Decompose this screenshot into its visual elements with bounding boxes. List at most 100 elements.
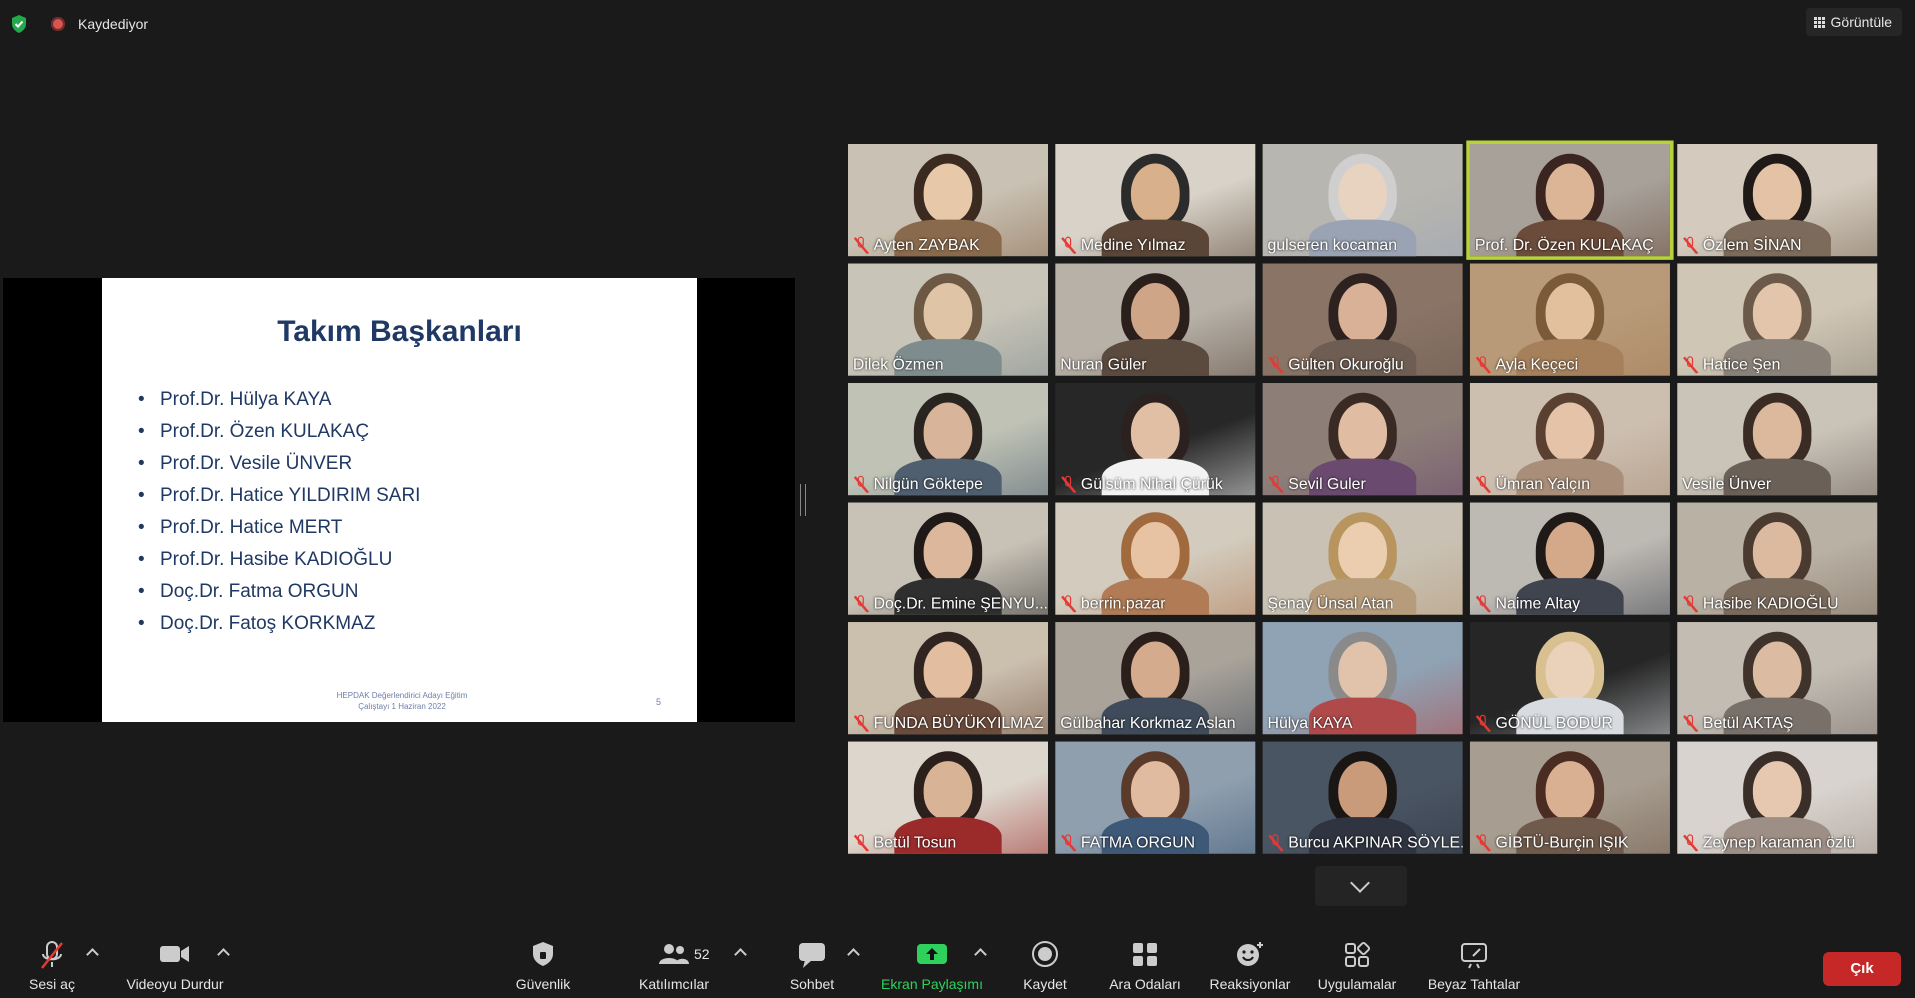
view-button[interactable]: Görüntüle — [1805, 8, 1902, 36]
participant-name: FUNDA BÜYÜKYILMAZ — [873, 713, 1044, 732]
microphone-muted-icon — [1268, 833, 1285, 851]
security-button[interactable]: Güvenlik — [503, 934, 583, 992]
record-icon — [1032, 941, 1058, 967]
participant-video-tile[interactable]: Medine Yılmaz — [1055, 144, 1256, 257]
grid-view-icon — [1813, 16, 1825, 28]
share-screen-button[interactable]: Ekran Paylaşımı — [877, 934, 987, 992]
security-shield-icon[interactable] — [10, 14, 28, 34]
microphone-muted-icon — [1682, 833, 1699, 851]
participants-button[interactable]: Katılımcılar — [631, 934, 717, 992]
participant-video-tile[interactable]: Nuran Güler — [1055, 263, 1256, 376]
participant-video-tile[interactable]: Prof. Dr. Özen KULAKAÇ — [1466, 140, 1674, 260]
participant-video-tile[interactable]: Şenay Ünsal Atan — [1262, 502, 1463, 615]
video-camera-icon — [160, 946, 189, 962]
participant-video-tile[interactable]: Nilgün Göktepe — [848, 383, 1048, 496]
participant-video-tile[interactable]: Zeynep karaman özlü — [1677, 741, 1878, 854]
stop-video-button[interactable]: Videoyu Durdur — [115, 934, 235, 992]
participant-name: FATMA ORGUN — [1080, 833, 1196, 852]
participant-video-tile[interactable]: Sevil Guler — [1262, 383, 1463, 496]
participant-video-tile[interactable]: Vesile Ünver — [1677, 383, 1878, 496]
participant-name: GİBTÜ-Burçin IŞIK — [1495, 833, 1629, 852]
participant-name: Burcu AKPINAR SÖYLE... — [1288, 833, 1463, 852]
participant-video-face — [1338, 402, 1388, 462]
whiteboards-label: Beyaz Tahtalar — [1427, 976, 1521, 992]
breakout-rooms-button[interactable]: Ara Odaları — [1102, 934, 1188, 992]
participants-count: 52 — [694, 946, 710, 962]
microphone-muted-icon — [1682, 355, 1699, 373]
microphone-muted-icon — [1682, 594, 1699, 612]
participant-video-tile[interactable]: FATMA ORGUN — [1055, 741, 1256, 854]
reaction-smiley-icon — [1237, 942, 1263, 966]
participant-name-label: Gülsüm Nihal Çürük — [1060, 474, 1223, 493]
participant-video-tile[interactable]: GÖNÜL BODUR — [1469, 622, 1670, 735]
participant-video-tile[interactable]: Özlem SİNAN — [1677, 144, 1878, 257]
shared-screen: Takım Başkanları Prof.Dr. Hülya KAYA Pro… — [3, 278, 795, 722]
participant-video-face — [923, 761, 973, 820]
chat-button[interactable]: Sohbet — [782, 934, 842, 992]
participant-name-label: Prof. Dr. Özen KULAKAÇ — [1475, 235, 1654, 253]
participant-video-tile[interactable]: Betül Tosun — [848, 741, 1048, 854]
participant-video-tile[interactable]: Ümran Yalçın — [1469, 383, 1670, 496]
microphone-muted-icon — [1060, 236, 1077, 253]
chat-options-caret[interactable] — [847, 948, 860, 961]
participant-video-tile[interactable]: berrin.pazar — [1055, 502, 1256, 615]
microphone-muted-icon — [1475, 594, 1492, 612]
unmute-button[interactable]: Sesi aç — [18, 934, 86, 992]
participant-video-tile[interactable]: Naime Altay — [1469, 502, 1670, 615]
participant-video-face — [1338, 641, 1388, 701]
participant-video-tile[interactable]: Ayla Keçeci — [1469, 263, 1670, 376]
participant-name-label: Sevil Guler — [1268, 474, 1366, 493]
participant-name: GÖNÜL BODUR — [1495, 713, 1614, 732]
recording-label: Kaydediyor — [78, 16, 149, 32]
participant-name-label: Burcu AKPINAR SÖYLE... — [1268, 833, 1463, 851]
gallery-scroll-down-button[interactable] — [1315, 866, 1407, 906]
participant-video-tile[interactable]: Burcu AKPINAR SÖYLE... — [1262, 741, 1463, 854]
participant-video-face — [1545, 522, 1595, 581]
participant-video-tile[interactable]: Ayten ZAYBAK — [848, 144, 1048, 257]
breakout-rooms-icon — [1133, 943, 1157, 966]
participant-name-label: FATMA ORGUN — [1060, 833, 1195, 851]
recording-icon — [51, 17, 65, 31]
split-resize-handle[interactable] — [800, 484, 806, 516]
participant-video-tile[interactable]: FUNDA BÜYÜKYILMAZ — [848, 622, 1048, 735]
participant-video-tile[interactable]: Hasibe KADIOĞLU — [1677, 502, 1878, 615]
participant-video-face — [923, 641, 973, 701]
reactions-button[interactable]: Reaksiyonlar — [1203, 934, 1297, 992]
participant-name: gulseren kocaman — [1267, 235, 1398, 254]
participant-video-tile[interactable]: gulseren kocaman — [1262, 144, 1463, 257]
record-button[interactable]: Kaydet — [1015, 934, 1075, 992]
participant-name-label: Özlem SİNAN — [1682, 235, 1802, 254]
audio-options-caret[interactable] — [86, 948, 99, 961]
chat-bubble-icon — [799, 943, 825, 968]
participant-video-face — [1338, 163, 1388, 223]
stop-video-label: Videoyu Durdur — [126, 976, 224, 992]
participant-name-label: Ayla Keçeci — [1475, 355, 1578, 373]
participant-video-tile[interactable]: Hatice Şen — [1677, 263, 1878, 376]
share-screen-icon — [917, 944, 947, 964]
view-label: Görüntüle — [1830, 14, 1892, 30]
participant-video-tile[interactable]: Gülsüm Nihal Çürük — [1055, 383, 1256, 496]
participants-icon — [659, 944, 689, 964]
participant-name: Vesile Ünver — [1682, 474, 1772, 493]
whiteboards-button[interactable]: Beyaz Tahtalar — [1421, 934, 1527, 992]
participant-name: Şenay Ünsal Atan — [1267, 593, 1394, 613]
participant-video-tile[interactable]: Gülbahar Korkmaz Aslan — [1055, 622, 1256, 735]
slide-bullet: Prof.Dr. Vesile ÜNVER — [138, 448, 420, 480]
apps-label: Uygulamalar — [1317, 976, 1397, 992]
presentation-slide: Takım Başkanları Prof.Dr. Hülya KAYA Pro… — [102, 278, 697, 722]
participant-name: Doç.Dr. Emine ŞENYU... — [873, 593, 1048, 613]
participant-name-label: Dilek Özmen — [853, 355, 944, 373]
participant-video-tile[interactable]: Gülten Okuroğlu — [1262, 263, 1463, 376]
participant-video-tile[interactable]: Doç.Dr. Emine ŞENYU... — [848, 502, 1048, 615]
participant-video-tile[interactable]: GİBTÜ-Burçin IŞIK — [1469, 741, 1670, 854]
leave-meeting-button[interactable]: Çık — [1823, 952, 1901, 986]
participant-video-tile[interactable]: Hülya KAYA — [1262, 622, 1463, 735]
unmute-label: Sesi aç — [29, 976, 75, 992]
participant-name: Hatice Şen — [1702, 354, 1781, 374]
participant-name: Ayla Keçeci — [1495, 354, 1579, 374]
participant-video-tile[interactable]: Betül AKTAŞ — [1677, 622, 1878, 735]
slide-footer-line2: Çalıştayı 1 Haziran 2022 — [358, 702, 446, 711]
participants-options-caret[interactable] — [734, 948, 747, 961]
participant-video-tile[interactable]: Dilek Özmen — [848, 263, 1048, 376]
apps-button[interactable]: Uygulamalar — [1310, 934, 1404, 992]
